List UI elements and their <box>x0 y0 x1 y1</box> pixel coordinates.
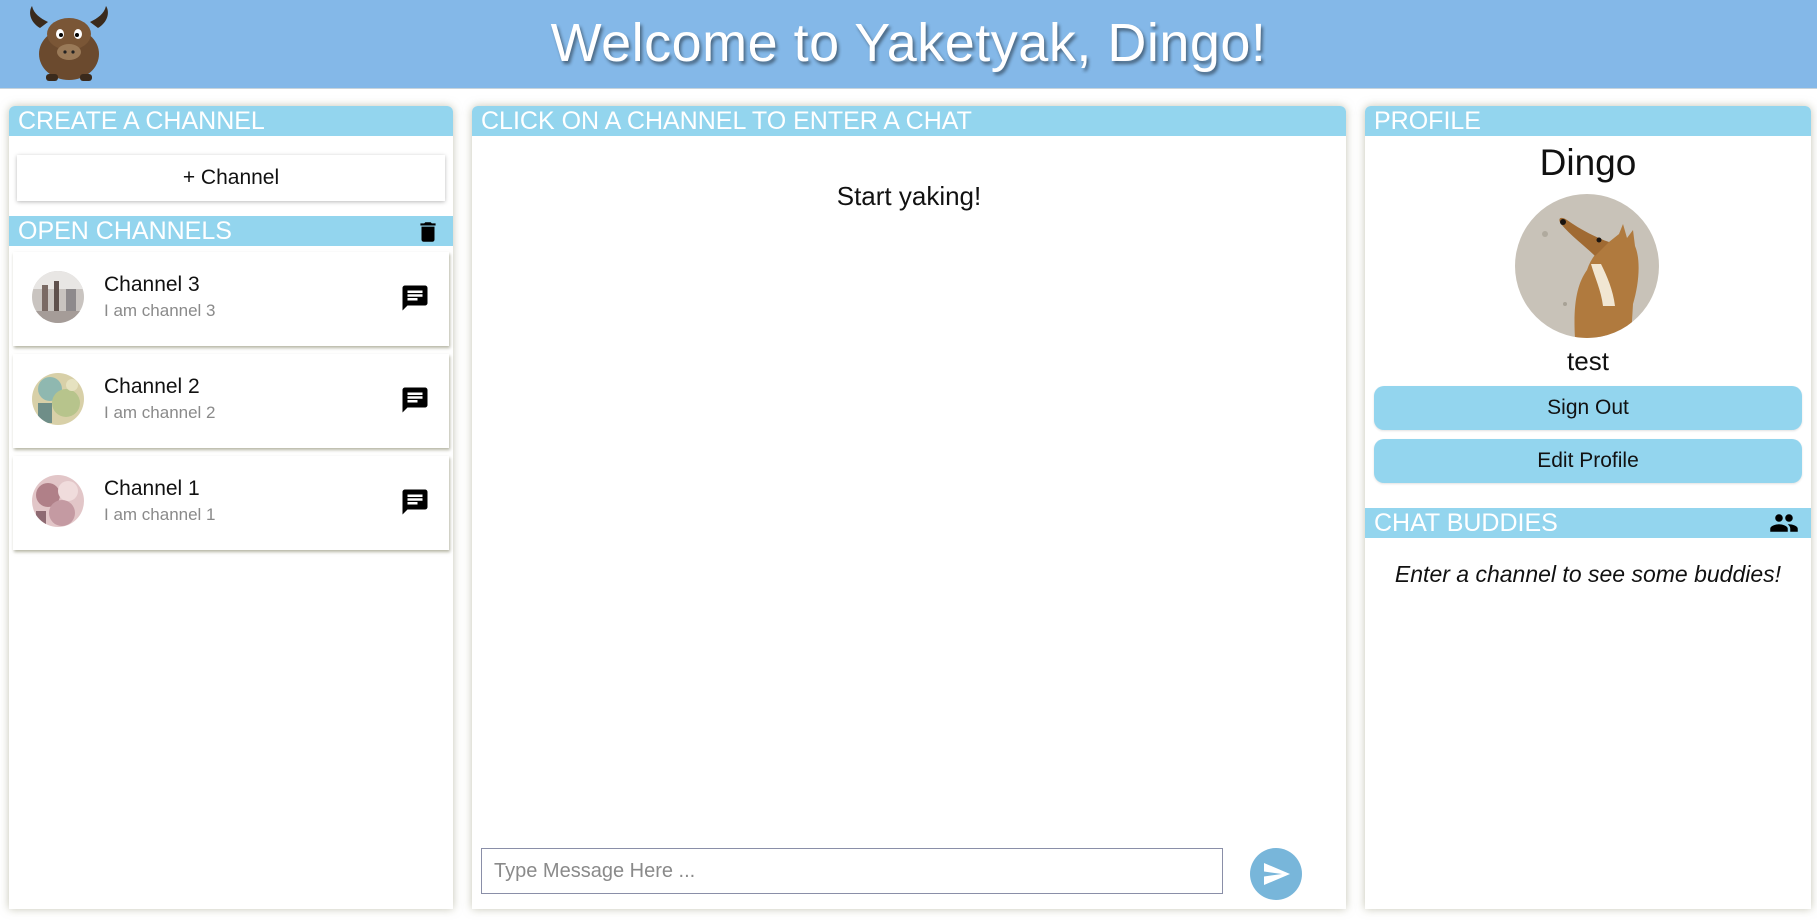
profile-title: PROFILE <box>1374 107 1481 135</box>
chat-icon[interactable] <box>400 487 430 517</box>
channel-description: I am channel 1 <box>104 505 216 524</box>
sign-out-button[interactable]: Sign Out <box>1374 386 1802 430</box>
chat-buddies-title: CHAT BUDDIES <box>1374 509 1558 537</box>
chat-panel: CLICK ON A CHANNEL TO ENTER A CHAT Start… <box>472 106 1346 909</box>
profile-status: test <box>1567 346 1609 376</box>
people-icon <box>1770 514 1798 532</box>
open-channels-bar: OPEN CHANNELS <box>9 216 453 246</box>
channel-list: Channel 3 I am channel 3 Channel 2 I am … <box>13 252 449 558</box>
profile-username: Dingo <box>1539 142 1637 183</box>
create-channel-title: CREATE A CHANNEL <box>18 107 265 135</box>
channel-item-3[interactable]: Channel 3 I am channel 3 <box>13 252 449 346</box>
chat-bar: CLICK ON A CHANNEL TO ENTER A CHAT <box>472 106 1346 136</box>
channel-item-1[interactable]: Channel 1 I am channel 1 <box>13 456 449 550</box>
buddies-empty-message: Enter a channel to see some buddies! <box>1394 561 1782 587</box>
chat-title: CLICK ON A CHANNEL TO ENTER A CHAT <box>481 107 972 135</box>
start-text: Start yaking! <box>836 181 982 211</box>
open-channels-title: OPEN CHANNELS <box>18 217 232 245</box>
edit-profile-button[interactable]: Edit Profile <box>1374 439 1802 483</box>
channel-avatar <box>32 475 84 527</box>
chat-buddies-bar: CHAT BUDDIES <box>1365 508 1811 538</box>
send-button[interactable] <box>1250 848 1302 900</box>
profile-avatar <box>1515 194 1659 338</box>
send-icon <box>1264 863 1290 885</box>
channel-name: Channel 1 <box>104 477 200 500</box>
profile-panel: PROFILE Dingo test Sign Out Edit Profile… <box>1365 106 1811 909</box>
channel-name: Channel 3 <box>104 273 200 296</box>
channel-avatar <box>32 373 84 425</box>
chat-icon[interactable] <box>400 283 430 313</box>
channel-avatar <box>32 271 84 323</box>
app-header: Welcome to Yaketyak, Dingo! <box>0 0 1817 89</box>
channel-description: I am channel 3 <box>104 301 216 320</box>
chat-icon[interactable] <box>400 385 430 415</box>
profile-bar: PROFILE <box>1365 106 1811 136</box>
create-channel-bar: CREATE A CHANNEL <box>9 106 453 136</box>
channel-name: Channel 2 <box>104 375 200 398</box>
header-title: Welcome to Yaketyak, Dingo! <box>550 13 1267 73</box>
channel-description: I am channel 2 <box>104 403 216 422</box>
channels-panel: CREATE A CHANNEL + Channel OPEN CHANNELS… <box>9 106 453 909</box>
message-input[interactable] <box>481 848 1223 894</box>
channel-item-2[interactable]: Channel 2 I am channel 2 <box>13 354 449 448</box>
add-channel-button[interactable]: + Channel <box>17 155 445 201</box>
trash-icon[interactable] <box>415 219 441 245</box>
